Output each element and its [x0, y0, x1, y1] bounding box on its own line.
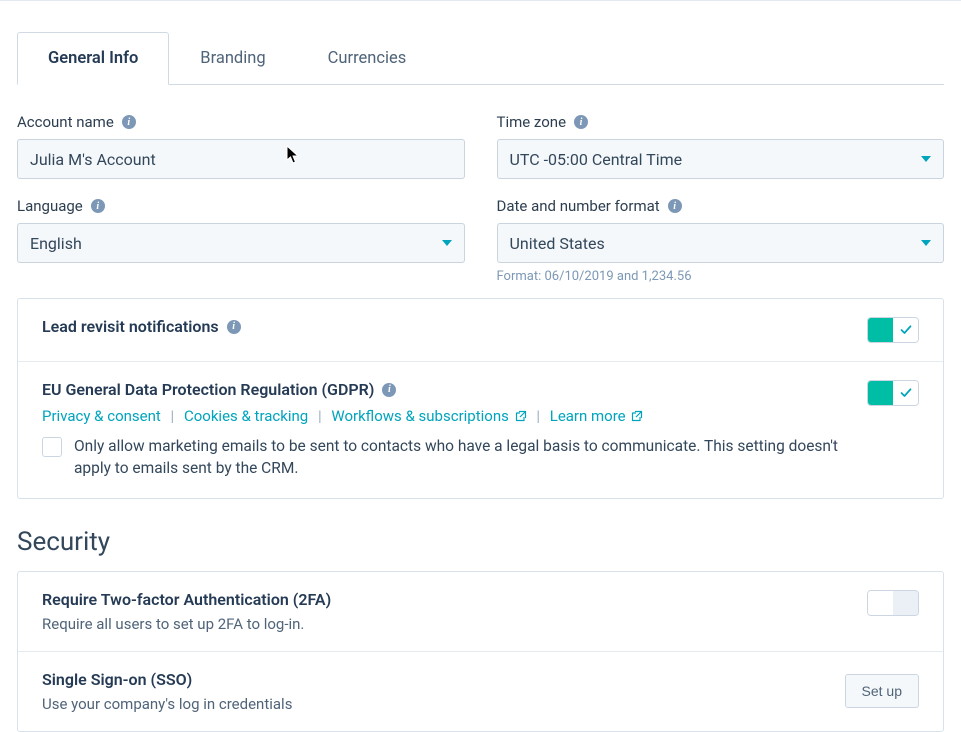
external-link-icon: [515, 410, 527, 422]
link-workflows-subscriptions[interactable]: Workflows & subscriptions: [331, 407, 530, 425]
info-icon[interactable]: i: [122, 115, 136, 129]
field-account-name: Account name i Julia M's Account: [17, 113, 465, 179]
info-icon[interactable]: i: [382, 383, 396, 397]
tab-general-info[interactable]: General Info: [17, 32, 169, 85]
language-select[interactable]: English: [17, 223, 465, 263]
row-sso: Single Sign-on (SSO) Use your company's …: [18, 652, 943, 731]
account-name-input[interactable]: Julia M's Account: [17, 139, 465, 179]
language-value: English: [30, 234, 82, 253]
gdpr-links: Privacy & consent | Cookies & tracking |…: [42, 407, 843, 425]
gdpr-legal-basis-checkbox[interactable]: [42, 437, 62, 457]
link-learn-more[interactable]: Learn more: [550, 407, 644, 425]
field-language: Language i English: [17, 197, 465, 284]
separator: |: [171, 407, 175, 425]
separator: |: [318, 407, 322, 425]
info-icon[interactable]: i: [574, 115, 588, 129]
date-format-helper: Format: 06/10/2019 and 1,234.56: [497, 269, 945, 284]
tab-currencies[interactable]: Currencies: [297, 32, 438, 85]
tabs-bar: General Info Branding Currencies: [17, 31, 944, 85]
twofa-sub: Require all users to set up 2FA to log-i…: [42, 615, 843, 633]
gdpr-checkbox-label: Only allow marketing emails to be sent t…: [74, 435, 843, 480]
time-zone-select[interactable]: UTC -05:00 Central Time: [497, 139, 945, 179]
lead-revisit-title: Lead revisit notifications: [42, 317, 219, 336]
time-zone-label: Time zone: [497, 113, 567, 131]
info-icon[interactable]: i: [668, 199, 682, 213]
chevron-down-icon: [921, 240, 931, 246]
check-icon: [900, 387, 912, 399]
chevron-down-icon: [442, 240, 452, 246]
sso-setup-button[interactable]: Set up: [845, 674, 919, 708]
row-gdpr: EU General Data Protection Regulation (G…: [18, 362, 943, 498]
gdpr-toggle[interactable]: [867, 380, 919, 406]
info-icon[interactable]: i: [91, 199, 105, 213]
account-name-value: Julia M's Account: [30, 150, 156, 169]
link-privacy-consent[interactable]: Privacy & consent: [42, 407, 161, 425]
info-icon[interactable]: i: [227, 320, 241, 334]
date-format-label: Date and number format: [497, 197, 660, 215]
twofa-toggle[interactable]: [867, 590, 919, 616]
row-2fa: Require Two-factor Authentication (2FA) …: [18, 572, 943, 652]
language-label: Language: [17, 197, 83, 215]
settings-panel: Lead revisit notifications i EU General …: [17, 298, 944, 499]
check-icon: [900, 324, 912, 336]
date-format-select[interactable]: United States: [497, 223, 945, 263]
account-name-label: Account name: [17, 113, 114, 131]
sso-title: Single Sign-on (SSO): [42, 670, 192, 689]
field-time-zone: Time zone i UTC -05:00 Central Time: [497, 113, 945, 179]
sso-sub: Use your company's log in credentials: [42, 695, 821, 713]
security-heading: Security: [17, 527, 944, 557]
chevron-down-icon: [921, 156, 931, 162]
separator: |: [536, 407, 540, 425]
link-cookies-tracking[interactable]: Cookies & tracking: [184, 407, 308, 425]
security-panel: Require Two-factor Authentication (2FA) …: [17, 571, 944, 732]
twofa-title: Require Two-factor Authentication (2FA): [42, 590, 331, 609]
date-format-value: United States: [510, 234, 605, 253]
row-lead-revisit: Lead revisit notifications i: [18, 299, 943, 362]
lead-revisit-toggle[interactable]: [867, 317, 919, 343]
time-zone-value: UTC -05:00 Central Time: [510, 150, 683, 169]
external-link-icon: [631, 410, 643, 422]
gdpr-title: EU General Data Protection Regulation (G…: [42, 380, 374, 399]
field-date-format: Date and number format i United States F…: [497, 197, 945, 284]
tab-branding[interactable]: Branding: [169, 32, 296, 85]
